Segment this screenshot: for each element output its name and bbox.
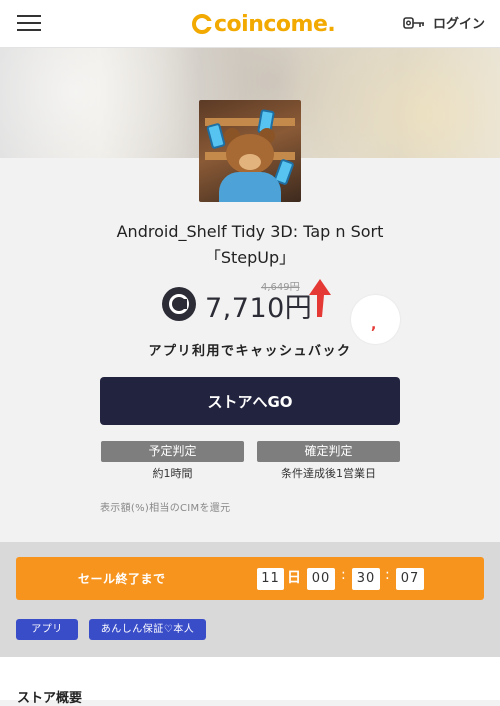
top-header: coincome. ログイン bbox=[0, 0, 500, 48]
countdown-day-unit: 日 bbox=[287, 570, 301, 586]
store-go-button[interactable]: ストアへGO bbox=[100, 377, 400, 425]
countdown-separator: : bbox=[341, 567, 346, 583]
favorite-button[interactable]: , bbox=[351, 295, 400, 344]
coin-logo-icon bbox=[192, 14, 213, 34]
favorite-mark: , bbox=[371, 317, 377, 333]
login-button[interactable]: ログイン bbox=[403, 13, 485, 32]
logo-text: coincome. bbox=[214, 11, 336, 37]
countdown-days: 11 bbox=[257, 568, 284, 590]
confirmed-label: 確定判定 bbox=[257, 441, 400, 462]
current-price: 7,710円 bbox=[205, 293, 313, 324]
tag-guarantee[interactable]: あんしん保証♡本人 bbox=[89, 619, 206, 640]
countdown-seconds: 07 bbox=[396, 568, 424, 590]
confirmed-value: 条件達成後1営業日 bbox=[281, 467, 376, 480]
cim-note: 表示額(%)相当のCIMを還元 bbox=[100, 503, 231, 514]
menu-icon[interactable] bbox=[17, 14, 41, 32]
app-title: Android_Shelf Tidy 3D: Tap n Sort 「StepU… bbox=[116, 222, 384, 267]
overview-title: ストア概要 bbox=[17, 691, 83, 706]
tag-app[interactable]: アプリ bbox=[16, 619, 78, 640]
countdown-hours: 00 bbox=[307, 568, 335, 590]
price-up-arrow-icon bbox=[309, 279, 331, 317]
sale-label: セール終了まで bbox=[78, 572, 166, 586]
scheduled-label: 予定判定 bbox=[101, 441, 244, 462]
confirmed-judgement: 確定判定 条件達成後1営業日 bbox=[257, 441, 400, 481]
cashback-text: アプリ利用でキャッシュバック bbox=[148, 344, 352, 359]
site-logo[interactable]: coincome. bbox=[192, 9, 336, 39]
sale-countdown-bar: セール終了まで 11 日 00 : 30 : 07 bbox=[16, 557, 484, 600]
store-overview-section: ストア概要 bbox=[0, 657, 500, 706]
coin-icon bbox=[162, 287, 196, 321]
key-icon bbox=[403, 16, 424, 29]
sale-section: セール終了まで 11 日 00 : 30 : 07 アプリ あんしん保証♡本人 bbox=[0, 542, 500, 657]
app-icon-image bbox=[199, 100, 301, 202]
login-label: ログイン bbox=[432, 17, 485, 32]
countdown-separator: : bbox=[385, 567, 390, 583]
price-row: 4,649円 7,710円 bbox=[162, 278, 342, 328]
scheduled-judgement: 予定判定 約1時間 bbox=[101, 441, 244, 481]
scheduled-value: 約1時間 bbox=[152, 467, 193, 480]
countdown-minutes: 30 bbox=[352, 568, 380, 590]
